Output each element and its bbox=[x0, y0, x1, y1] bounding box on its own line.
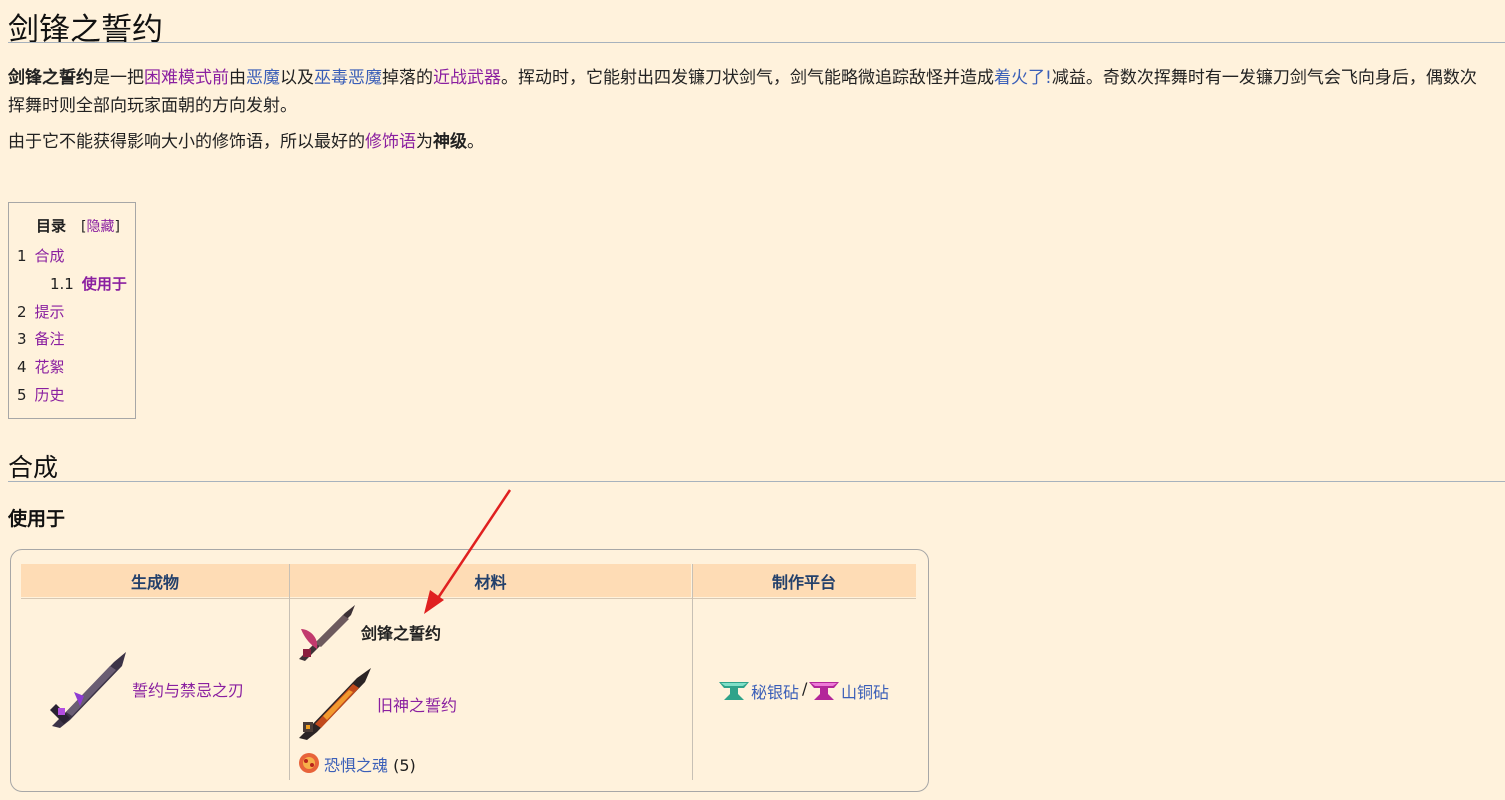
toc-item-used-in[interactable]: 1.1 使用于 bbox=[50, 273, 127, 294]
toc-item-history[interactable]: 5 历史 bbox=[17, 384, 65, 405]
table-header-station: 制作平台 bbox=[692, 564, 916, 597]
toc-item-label: 提示 bbox=[34, 303, 65, 321]
toc-item-number: 1 bbox=[17, 247, 27, 265]
toc-item-label: 合成 bbox=[34, 247, 65, 265]
column-divider bbox=[692, 564, 693, 780]
toc-title: 目录 bbox=[36, 217, 67, 235]
ingredient-link[interactable]: 恐惧之魂 bbox=[324, 756, 388, 775]
ingredient-name: 剑锋之誓约 bbox=[361, 624, 442, 643]
result-item-link[interactable]: 誓约与禁忌之刃 bbox=[132, 677, 244, 701]
link-hardmode[interactable]: 困难模式前 bbox=[144, 68, 229, 88]
toc-item-number: 1.1 bbox=[50, 275, 74, 293]
link-demon[interactable]: 恶魔 bbox=[246, 68, 280, 88]
toc-item-label: 历史 bbox=[34, 386, 65, 404]
link-modifier[interactable]: 修饰语 bbox=[365, 132, 416, 152]
modifier-text-1: 由于它不能获得影响大小的修饰语，所以最好的 bbox=[8, 132, 365, 152]
toc-item-trivia[interactable]: 4 花絮 bbox=[17, 356, 65, 377]
soul-of-fright-icon[interactable] bbox=[297, 751, 321, 775]
ingredient-with-quantity: 恐惧之魂 (5) bbox=[324, 752, 416, 776]
section-heading-crafting: 合成 bbox=[8, 453, 59, 482]
intro-text-3: 以及 bbox=[280, 68, 314, 88]
old-gods-oath-icon[interactable] bbox=[295, 664, 375, 742]
intro-text-4: 掉落的 bbox=[382, 68, 433, 88]
title-divider bbox=[8, 42, 1505, 43]
blade-of-oath-icon[interactable] bbox=[295, 601, 359, 663]
orichalcum-anvil-icon[interactable] bbox=[808, 680, 840, 702]
toc-bracket-close: ] bbox=[114, 219, 120, 235]
subsection-heading-used-in: 使用于 bbox=[8, 508, 66, 530]
intro-text-1: 是一把 bbox=[93, 68, 144, 88]
modifier-text-2: 为 bbox=[416, 132, 433, 152]
link-voodoo-demon[interactable]: 巫毒恶魔 bbox=[314, 68, 382, 88]
annotation-arrow bbox=[424, 489, 512, 614]
toc-item-number: 5 bbox=[17, 386, 27, 404]
best-modifier: 神级 bbox=[433, 132, 467, 152]
toc-toggle: [隐藏] bbox=[81, 216, 120, 236]
section-divider bbox=[8, 481, 1505, 482]
toc-item-number: 4 bbox=[17, 358, 27, 376]
modifier-paragraph: 由于它不能获得影响大小的修饰语，所以最好的修饰语为神级。 bbox=[8, 128, 1488, 156]
oath-and-taboo-blade-icon[interactable] bbox=[44, 648, 130, 732]
link-on-fire[interactable]: 着火了! bbox=[994, 68, 1052, 88]
column-divider bbox=[289, 564, 290, 780]
intro-text-2: 由 bbox=[229, 68, 246, 88]
station-link-mythril-anvil[interactable]: 秘银砧 bbox=[751, 679, 799, 703]
ingredient-quantity: (5) bbox=[393, 756, 416, 775]
toc-item-label: 使用于 bbox=[81, 275, 127, 293]
toc-item-notes[interactable]: 3 备注 bbox=[17, 328, 65, 349]
toc-item-number: 2 bbox=[17, 303, 27, 321]
toc-hide-link[interactable]: 隐藏 bbox=[86, 219, 114, 235]
table-of-contents: 目录 [隐藏] 1 合成 1.1 使用于 2 提示 3 备注 4 花絮 5 历史 bbox=[8, 202, 136, 419]
mythril-anvil-icon[interactable] bbox=[718, 680, 750, 702]
ingredient-link[interactable]: 旧神之誓约 bbox=[377, 692, 457, 716]
toc-item-label: 花絮 bbox=[34, 358, 65, 376]
intro-subject: 剑锋之誓约 bbox=[8, 68, 93, 88]
toc-item-crafting[interactable]: 1 合成 bbox=[17, 245, 65, 266]
modifier-text-3: 。 bbox=[467, 132, 484, 152]
toc-item-number: 3 bbox=[17, 330, 27, 348]
intro-paragraph: 剑锋之誓约是一把困难模式前由恶魔以及巫毒恶魔掉落的近战武器。挥动时，它能射出四发… bbox=[8, 64, 1488, 120]
link-melee-weapons[interactable]: 近战武器 bbox=[433, 68, 501, 88]
station-link-orichalcum-anvil[interactable]: 山铜砧 bbox=[841, 679, 889, 703]
table-header-result: 生成物 bbox=[21, 564, 289, 597]
intro-text-5: 。挥动时，它能射出四发镰刀状剑气，剑气能略微追踪敌怪并造成 bbox=[501, 68, 994, 88]
toc-item-label: 备注 bbox=[34, 330, 65, 348]
station-separator: / bbox=[802, 679, 808, 698]
toc-item-tips[interactable]: 2 提示 bbox=[17, 301, 65, 322]
